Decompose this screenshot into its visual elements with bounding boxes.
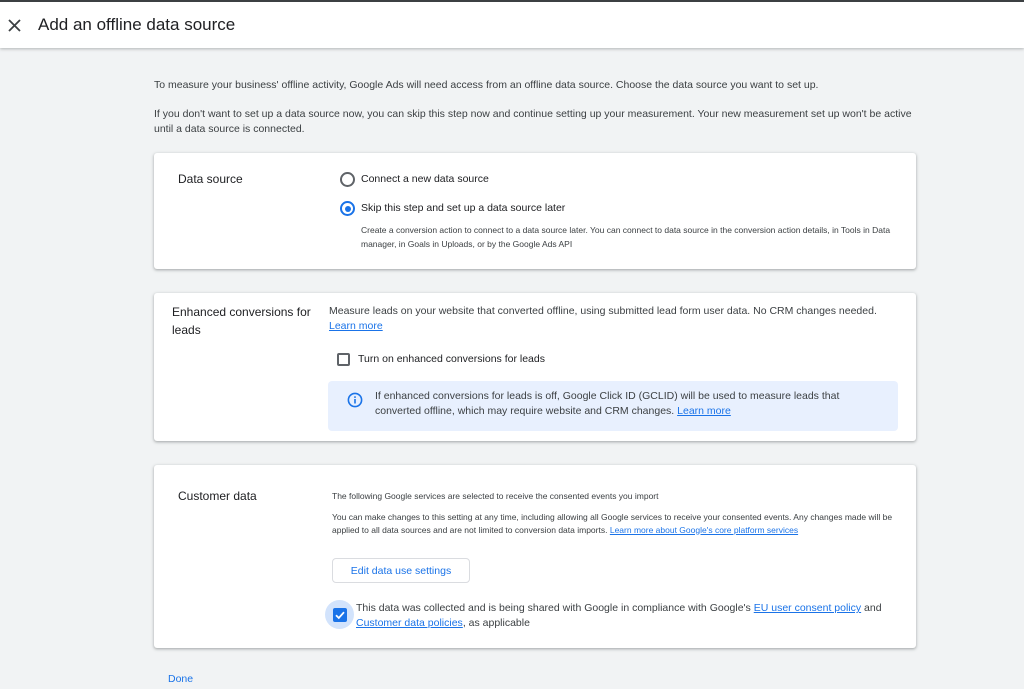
core-platform-services-link[interactable]: Learn more about Google's core platform … bbox=[610, 525, 798, 535]
info-learn-more-link[interactable]: Learn more bbox=[677, 405, 731, 417]
data-source-card: Data source Connect a new data source Sk… bbox=[154, 153, 916, 269]
data-source-title: Data source bbox=[178, 172, 243, 186]
customer-data-policies-link[interactable]: Customer data policies bbox=[356, 617, 463, 629]
radio-new-data-source[interactable] bbox=[340, 172, 355, 187]
radio-skip-data-source[interactable] bbox=[340, 201, 355, 216]
top-bar: Add an offline data source bbox=[0, 0, 1024, 48]
page-title: Add an offline data source bbox=[38, 15, 236, 34]
skip-description: Create a conversion action to connect to… bbox=[361, 225, 891, 249]
customer-data-title: Customer data bbox=[178, 489, 257, 503]
info-text-body: If enhanced conversions for leads is off… bbox=[375, 390, 840, 417]
enhanced-description-text: Measure leads on your website that conve… bbox=[329, 305, 877, 317]
consent-text: This data was collected and is being sha… bbox=[356, 601, 901, 631]
customer-data-line2: You can make changes to this setting at … bbox=[332, 511, 894, 536]
enhanced-title: Enhanced conversions for leads bbox=[172, 305, 311, 337]
intro-paragraph-1: To measure your business' offline activi… bbox=[154, 79, 819, 91]
enhanced-conversions-card: Enhanced conversions for leads Measure l… bbox=[154, 293, 916, 441]
info-icon bbox=[347, 392, 363, 408]
intro-paragraph-2: If you don't want to set up a data sourc… bbox=[154, 108, 912, 135]
enhanced-checkbox-label[interactable]: Turn on enhanced conversions for leads bbox=[358, 353, 545, 365]
customer-data-line1: The following Google services are select… bbox=[332, 491, 659, 501]
enhanced-learn-more-link[interactable]: Learn more bbox=[329, 320, 383, 332]
done-button[interactable]: Done bbox=[168, 673, 193, 685]
consent-and: and bbox=[864, 602, 882, 614]
close-icon[interactable] bbox=[7, 13, 23, 37]
enhanced-checkbox[interactable] bbox=[337, 353, 350, 366]
customer-data-card: Customer data The following Google servi… bbox=[154, 465, 916, 648]
checkmark-icon bbox=[335, 611, 345, 620]
enhanced-description: Measure leads on your website that conve… bbox=[329, 304, 904, 334]
consent-checkbox[interactable] bbox=[333, 608, 347, 622]
consent-suffix: , as applicable bbox=[462, 617, 530, 629]
option-skip-label[interactable]: Skip this step and set up a data source … bbox=[361, 202, 565, 214]
edit-data-use-settings-button[interactable]: Edit data use settings bbox=[332, 558, 470, 583]
info-text: If enhanced conversions for leads is off… bbox=[375, 389, 875, 419]
option-new-label[interactable]: Connect a new data source bbox=[361, 173, 489, 185]
eu-user-consent-policy-link[interactable]: EU user consent policy bbox=[754, 602, 861, 614]
info-box: If enhanced conversions for leads is off… bbox=[328, 381, 898, 431]
consent-prefix: This data was collected and is being sha… bbox=[356, 602, 751, 614]
